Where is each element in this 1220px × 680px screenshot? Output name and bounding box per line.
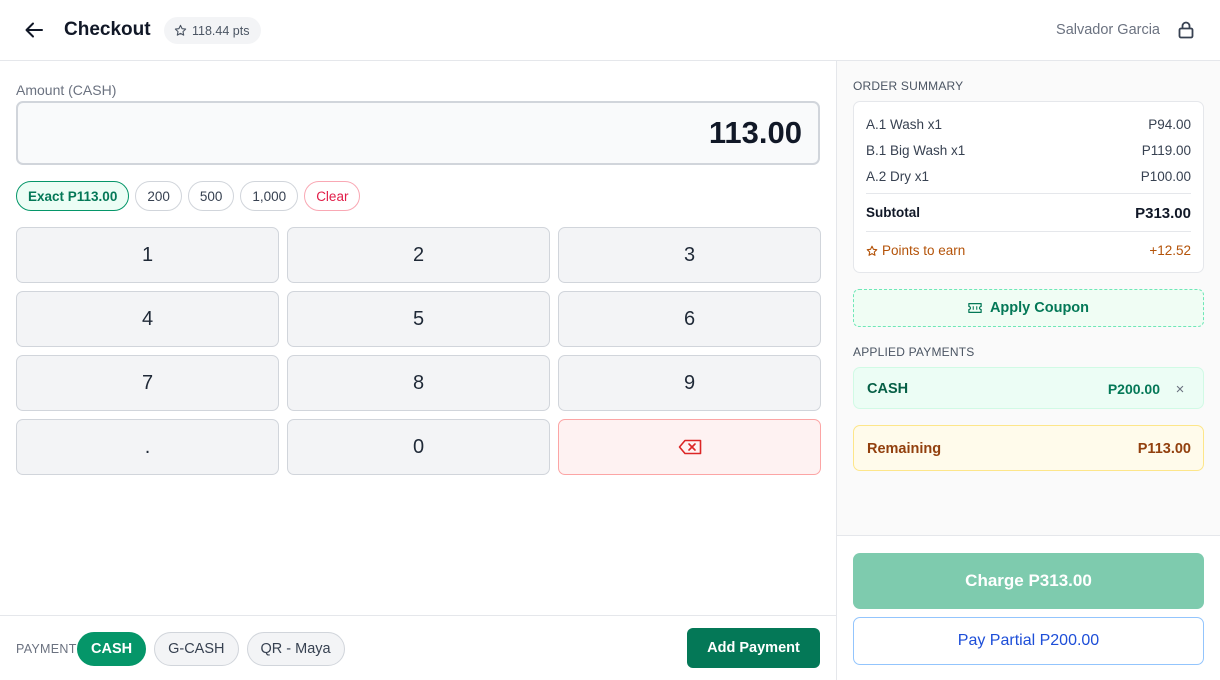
item-name: A.1 Wash x1 — [866, 117, 943, 132]
apply-coupon-label: Apply Coupon — [989, 300, 1090, 316]
list-item: B.1 Big Wash x1 P119.00 — [866, 143, 1191, 158]
points-value: 118.44 pts — [192, 23, 250, 38]
quick-amount-500-button[interactable]: 500 — [187, 181, 235, 211]
key-3[interactable]: 3 — [558, 227, 821, 283]
payment-method-bar: PAYMENT CASH G-CASH QR - Maya Add Paymen… — [0, 615, 836, 680]
subtotal-value: P313.00 — [1135, 205, 1191, 222]
star-icon — [866, 245, 878, 256]
arrow-left-icon — [25, 22, 43, 38]
subtotal-label: Subtotal — [866, 205, 920, 220]
method-qr-maya-button[interactable]: QR - Maya — [246, 632, 345, 666]
key-2[interactable]: 2 — [287, 227, 550, 283]
exact-amount-button[interactable]: Exact P113.00 — [16, 181, 130, 211]
amount-value: 113.00 — [708, 115, 802, 150]
divider — [866, 193, 1191, 194]
header-bar: Checkout 118.44 pts Salvador Garcia — [0, 0, 1220, 61]
key-0[interactable]: 0 — [287, 419, 550, 475]
ticket-icon — [968, 303, 982, 313]
payment-method-list: CASH G-CASH QR - Maya — [77, 632, 345, 666]
checkout-actions: Charge P313.00 Pay Partial P200.00 — [837, 535, 1220, 680]
payment-label: PAYMENT — [16, 642, 77, 656]
item-price: P100.00 — [1140, 169, 1191, 184]
apply-coupon-button[interactable]: Apply Coupon — [853, 289, 1204, 327]
remaining-balance-card: Remaining P113.00 — [853, 425, 1204, 471]
divider — [866, 231, 1191, 232]
backspace-key[interactable] — [558, 419, 821, 475]
key-1[interactable]: 1 — [16, 227, 279, 283]
applied-payment-method: CASH — [867, 381, 909, 397]
list-item: A.1 Wash x1 P94.00 — [866, 117, 1191, 132]
lock-icon — [1178, 21, 1194, 39]
clear-button[interactable]: Clear — [304, 181, 361, 211]
key-9[interactable]: 9 — [558, 355, 821, 411]
item-name: B.1 Big Wash x1 — [866, 143, 966, 158]
points-earn-value: +12.52 — [1149, 243, 1191, 258]
add-payment-button[interactable]: Add Payment — [687, 628, 820, 668]
star-icon — [174, 24, 187, 36]
remaining-value: P113.00 — [1137, 441, 1191, 457]
item-price: P94.00 — [1148, 117, 1191, 132]
points-label: Points to earn — [882, 243, 966, 258]
key-7[interactable]: 7 — [16, 355, 279, 411]
payment-entry-panel: Amount (CASH) 113.00 Exact P113.00 200 5… — [0, 61, 836, 680]
quick-amount-200-button[interactable]: 200 — [135, 181, 182, 211]
pay-partial-button[interactable]: Pay Partial P200.00 — [853, 617, 1204, 665]
applied-payments-title: APPLIED PAYMENTS — [853, 345, 975, 359]
method-gcash-button[interactable]: G-CASH — [154, 632, 239, 666]
order-summary-card: A.1 Wash x1 P94.00 B.1 Big Wash x1 P119.… — [853, 101, 1204, 273]
user-name: Salvador Garcia — [1056, 22, 1160, 38]
amount-label: Amount (CASH) — [16, 82, 117, 98]
key-decimal[interactable]: . — [16, 419, 279, 475]
page-title: Checkout — [64, 19, 151, 40]
quick-amount-row: Exact P113.00 200 500 1,000 Clear — [16, 181, 361, 211]
remove-payment-button[interactable]: × — [1171, 379, 1189, 399]
applied-payment-row: CASH P200.00 × — [853, 367, 1204, 409]
amount-input[interactable]: 113.00 — [16, 101, 820, 165]
remaining-label: Remaining — [867, 441, 942, 457]
quick-amount-1000-button[interactable]: 1,000 — [240, 181, 299, 211]
key-8[interactable]: 8 — [287, 355, 550, 411]
order-summary-title: ORDER SUMMARY — [853, 79, 964, 93]
key-6[interactable]: 6 — [558, 291, 821, 347]
method-cash-button[interactable]: CASH — [77, 632, 147, 666]
backspace-icon — [678, 439, 701, 455]
list-item: A.2 Dry x1 P100.00 — [866, 169, 1191, 184]
item-name: A.2 Dry x1 — [866, 169, 930, 184]
lock-button[interactable] — [1176, 20, 1196, 40]
item-price: P119.00 — [1141, 143, 1191, 158]
key-4[interactable]: 4 — [16, 291, 279, 347]
subtotal-row: Subtotal P313.00 — [866, 205, 1191, 222]
key-5[interactable]: 5 — [287, 291, 550, 347]
order-summary-panel: ORDER SUMMARY A.1 Wash x1 P94.00 B.1 Big… — [836, 61, 1220, 680]
charge-button[interactable]: Charge P313.00 — [853, 553, 1204, 609]
points-to-earn-row: Points to earn +12.52 — [866, 243, 1191, 258]
back-button[interactable] — [20, 16, 48, 44]
numeric-keypad: 1 2 3 4 5 6 7 8 9 . 0 — [16, 227, 821, 475]
points-badge: 118.44 pts — [164, 17, 262, 44]
applied-payment-amount: P200.00 — [1107, 381, 1160, 397]
